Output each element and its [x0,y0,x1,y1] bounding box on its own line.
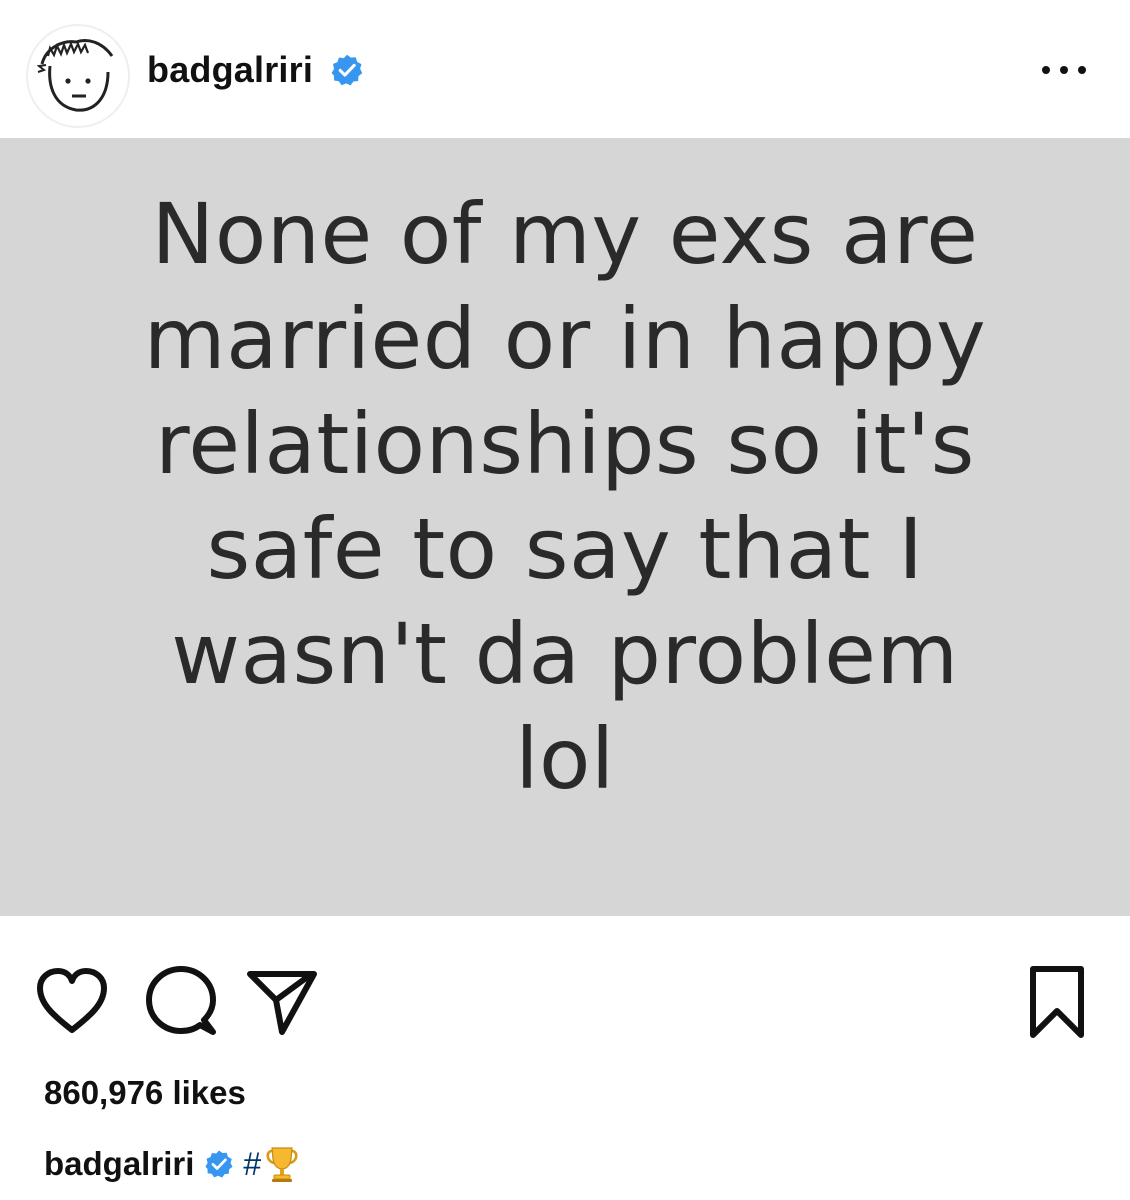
avatar[interactable] [26,24,130,128]
verified-badge-icon [205,1150,233,1178]
comment-icon[interactable] [144,964,218,1038]
avatar-face-drawing [36,39,114,112]
post-image[interactable]: None of my exs are married or in happy r… [0,138,1130,916]
trophy-icon [266,1147,298,1182]
likes-count[interactable]: 860,976 likes [44,1073,246,1113]
more-options-icon[interactable] [1034,48,1094,92]
bookmark-save-icon[interactable] [1024,964,1090,1040]
like-heart-icon[interactable] [34,966,110,1036]
caption-username[interactable]: badgalriri [44,1144,194,1184]
post-author-username[interactable]: badgalriri [147,49,313,91]
verified-badge-icon [331,54,363,86]
hashtag-link[interactable]: # [243,1144,261,1184]
quote-text: None of my exs are married or in happy r… [143,185,987,808]
share-send-icon[interactable] [244,966,320,1038]
post-header: badgalriri [0,0,1130,138]
caption: badgalriri # [44,1142,299,1186]
action-bar [0,940,1130,1050]
